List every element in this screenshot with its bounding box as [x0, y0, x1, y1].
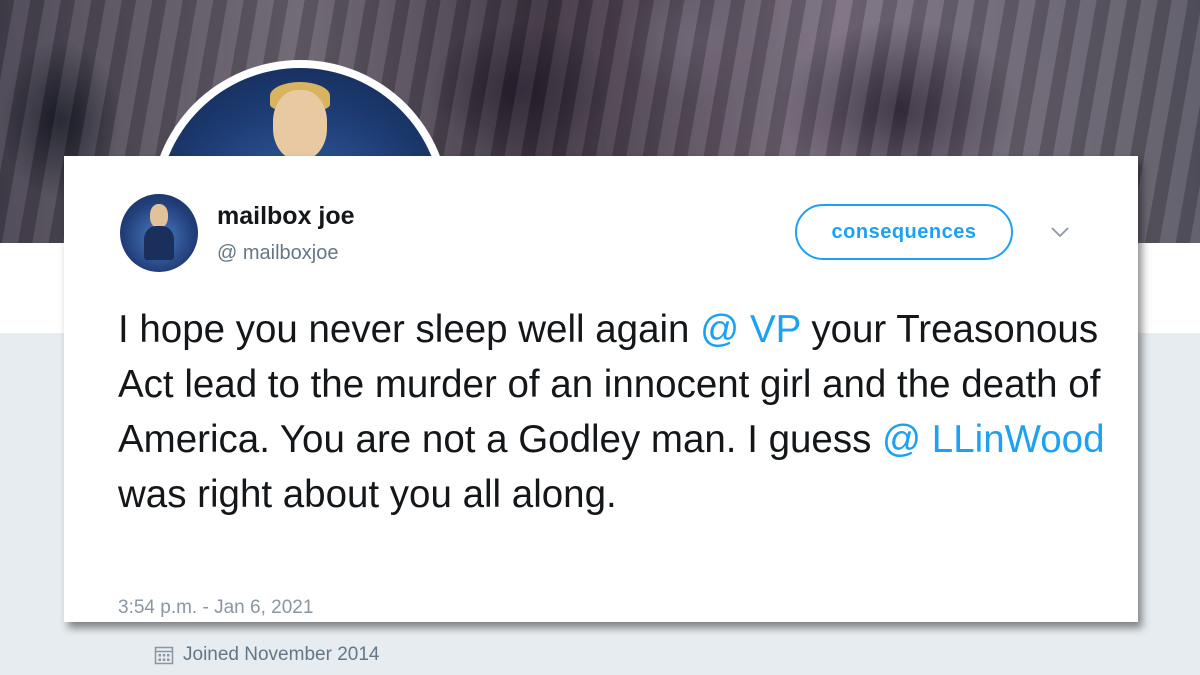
joined-date-label: Joined November 2014: [183, 644, 380, 665]
tweet-avatar-body: [144, 226, 174, 260]
mention-link-vp[interactable]: @ VP: [700, 308, 800, 351]
avatar-face: [273, 90, 327, 160]
calendar-icon: [154, 646, 174, 665]
tweet-card: mailbox joe @ mailboxjoe consequences I …: [64, 156, 1138, 622]
tweet-text-segment: was right about you all along.: [118, 473, 617, 516]
joined-date: Joined November 2014: [154, 644, 379, 666]
chevron-down-icon[interactable]: [1050, 222, 1070, 242]
consequences-button[interactable]: consequences: [795, 204, 1013, 260]
tweet-avatar-face: [150, 204, 168, 228]
tweet-text-segment: I hope you never sleep well again: [118, 308, 701, 351]
author-display-name[interactable]: mailbox joe: [217, 202, 355, 231]
author-handle[interactable]: @ mailboxjoe: [217, 242, 338, 265]
tweet-author-avatar[interactable]: [120, 194, 198, 272]
tweet-timestamp[interactable]: 3:54 p.m. - Jan 6, 2021: [118, 597, 313, 619]
tweet-body: I hope you never sleep well again @ VP y…: [118, 302, 1108, 522]
mention-link-llinwood[interactable]: @ LLinWood: [882, 418, 1104, 461]
